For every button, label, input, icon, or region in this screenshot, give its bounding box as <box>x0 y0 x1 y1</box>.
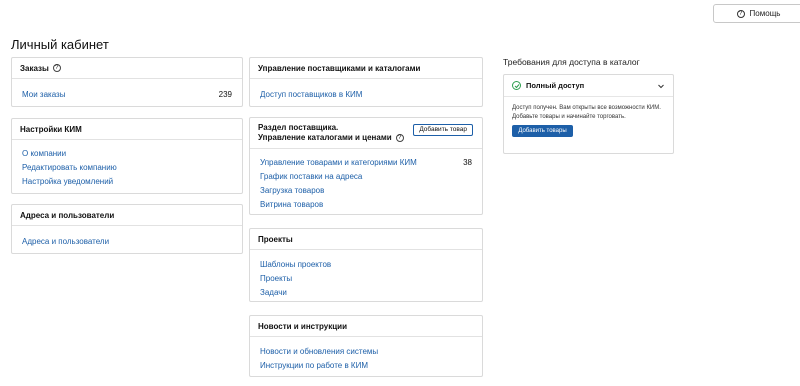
access-status-header[interactable]: Полный доступ <box>504 75 673 97</box>
supplier-section-title-line2: Управление каталогами и ценами <box>258 133 392 142</box>
orders-count: 239 <box>218 89 232 99</box>
question-icon: ? <box>736 9 745 18</box>
supplier-section-title-line1: Раздел поставщика. <box>258 123 339 132</box>
orders-title: Заказы <box>20 63 49 73</box>
product-showcase-link[interactable]: Витрина товаров <box>260 200 323 209</box>
list-item: Задачи <box>260 285 472 299</box>
list-item: Управление товарами и категориями КИМ 38 <box>260 155 472 169</box>
tasks-link[interactable]: Задачи <box>260 288 287 297</box>
my-orders-link[interactable]: Мои заказы <box>22 90 65 99</box>
projects-title: Проекты <box>258 234 293 244</box>
suppliers-title: Управление поставщиками и каталогами <box>258 63 421 73</box>
kim-settings-card: Настройки КИМ О компании Редактировать к… <box>11 118 243 194</box>
list-item: График поставки на адреса <box>260 169 472 183</box>
supplier-access-link[interactable]: Доступ поставщиков в КИМ <box>260 90 362 99</box>
products-count: 38 <box>463 157 472 167</box>
supplier-section-header: Раздел поставщика. Управление каталогами… <box>250 118 482 149</box>
projects-header: Проекты <box>250 229 482 250</box>
news-title: Новости и инструкции <box>258 321 348 331</box>
list-item: Доступ поставщиков в КИМ <box>260 87 472 101</box>
add-product-button[interactable]: Добавить товар <box>413 124 473 136</box>
kim-instructions-link[interactable]: Инструкции по работе в КИМ <box>260 361 368 370</box>
check-circle-icon <box>512 81 521 90</box>
kim-settings-title: Настройки КИМ <box>20 124 82 134</box>
list-item: Шаблоны проектов <box>260 257 472 271</box>
info-icon[interactable]: ? <box>52 64 61 72</box>
list-item: Инструкции по работе в КИМ <box>260 358 472 372</box>
add-products-button[interactable]: Добавить товары <box>512 125 573 137</box>
list-item: Новости и обновления системы <box>260 344 472 358</box>
orders-card-header: Заказы ? <box>12 58 242 79</box>
projects-card: Проекты Шаблоны проектов Проекты Задачи <box>249 228 483 302</box>
suppliers-header: Управление поставщиками и каталогами <box>250 58 482 79</box>
supplier-section-card: Раздел поставщика. Управление каталогами… <box>249 117 483 215</box>
addresses-users-link[interactable]: Адреса и пользователи <box>22 237 109 246</box>
news-header: Новости и инструкции <box>250 316 482 337</box>
list-item: Витрина товаров <box>260 197 472 211</box>
projects-link[interactable]: Проекты <box>260 274 292 283</box>
page-title: Личный кабинет <box>11 37 109 52</box>
kim-settings-header: Настройки КИМ <box>12 119 242 140</box>
manage-products-link[interactable]: Управление товарами и категориями КИМ <box>260 158 417 167</box>
addresses-card: Адреса и пользователи Адреса и пользоват… <box>11 204 243 254</box>
edit-company-link[interactable]: Редактировать компанию <box>22 163 117 172</box>
access-status-label: Полный доступ <box>526 81 585 90</box>
help-button[interactable]: ? Помощь <box>713 4 800 23</box>
access-status-card: Полный доступ Доступ получен. Вам открыт… <box>503 74 674 154</box>
notification-settings-link[interactable]: Настройка уведомлений <box>22 177 113 186</box>
delivery-schedule-link[interactable]: График поставки на адреса <box>260 172 362 181</box>
list-item: Адреса и пользователи <box>22 234 232 248</box>
list-item: Мои заказы 239 <box>22 87 232 101</box>
chevron-down-icon[interactable] <box>657 82 665 90</box>
system-news-link[interactable]: Новости и обновления системы <box>260 347 378 356</box>
info-icon[interactable]: ? <box>395 134 404 142</box>
about-company-link[interactable]: О компании <box>22 149 66 158</box>
list-item: Редактировать компанию <box>22 160 232 174</box>
addresses-title: Адреса и пользователи <box>20 210 115 220</box>
list-item: Загрузка товаров <box>260 183 472 197</box>
help-label: Помощь <box>749 9 781 18</box>
suppliers-card: Управление поставщиками и каталогами Дос… <box>249 57 483 107</box>
orders-card: Заказы ? Мои заказы 239 <box>11 57 243 107</box>
list-item: О компании <box>22 146 232 160</box>
access-description: Доступ получен. Вам открыты все возможно… <box>512 105 661 120</box>
project-templates-link[interactable]: Шаблоны проектов <box>260 260 331 269</box>
list-item: Проекты <box>260 271 472 285</box>
news-card: Новости и инструкции Новости и обновлени… <box>249 315 483 377</box>
addresses-header: Адреса и пользователи <box>12 205 242 226</box>
list-item: Настройка уведомлений <box>22 174 232 188</box>
upload-products-link[interactable]: Загрузка товаров <box>260 186 324 195</box>
access-section-title: Требования для доступа в каталог <box>503 57 640 67</box>
